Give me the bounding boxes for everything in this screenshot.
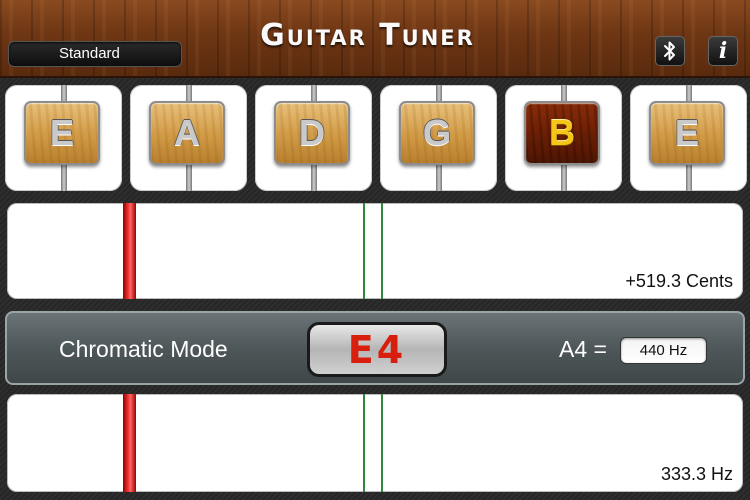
string-button-1-container: E <box>5 85 122 191</box>
center-line-left <box>363 203 365 299</box>
bluetooth-button[interactable] <box>655 36 685 66</box>
string-button-6-container: E <box>630 85 747 191</box>
cents-readout: +519.3 Cents <box>625 271 733 291</box>
string-button-d[interactable]: D <box>274 101 350 165</box>
string-button-5-container: B <box>505 85 622 191</box>
mode-bar: Chromatic Mode E4 A4 = 440 Hz <box>5 311 745 385</box>
tuning-preset-selector[interactable]: Standard <box>8 41 182 67</box>
info-button[interactable]: i <box>708 36 738 66</box>
bluetooth-icon <box>664 41 675 61</box>
cents-meter: +519.3 Cents <box>7 203 743 299</box>
frequency-readout: 333.3 Hz <box>660 464 733 484</box>
string-button-b[interactable]: B <box>524 101 600 165</box>
cents-needle <box>123 203 136 299</box>
string-button-2-container: A <box>130 85 247 191</box>
string-button-low-e[interactable]: E <box>24 101 100 165</box>
string-button-4-container: G <box>380 85 497 191</box>
string-button-g[interactable]: G <box>399 101 475 165</box>
center-line-right <box>381 203 383 299</box>
string-button-a[interactable]: A <box>149 101 225 165</box>
info-icon: i <box>718 38 728 64</box>
detected-note-display: E4 <box>307 322 447 377</box>
string-button-3-container: D <box>255 85 372 191</box>
center-line-left <box>363 394 365 492</box>
reference-pitch-label: A4 = <box>559 336 607 362</box>
app-title: Guitar Tuner <box>260 18 475 53</box>
string-button-high-e[interactable]: E <box>649 101 725 165</box>
frequency-needle <box>123 394 136 492</box>
mode-label[interactable]: Chromatic Mode <box>59 336 228 363</box>
header-bar: Standard Guitar Tuner i <box>0 0 750 78</box>
center-line-right <box>381 394 383 492</box>
frequency-meter: 333.3 Hz <box>7 394 743 492</box>
reference-pitch-field[interactable]: 440 Hz <box>620 337 707 364</box>
